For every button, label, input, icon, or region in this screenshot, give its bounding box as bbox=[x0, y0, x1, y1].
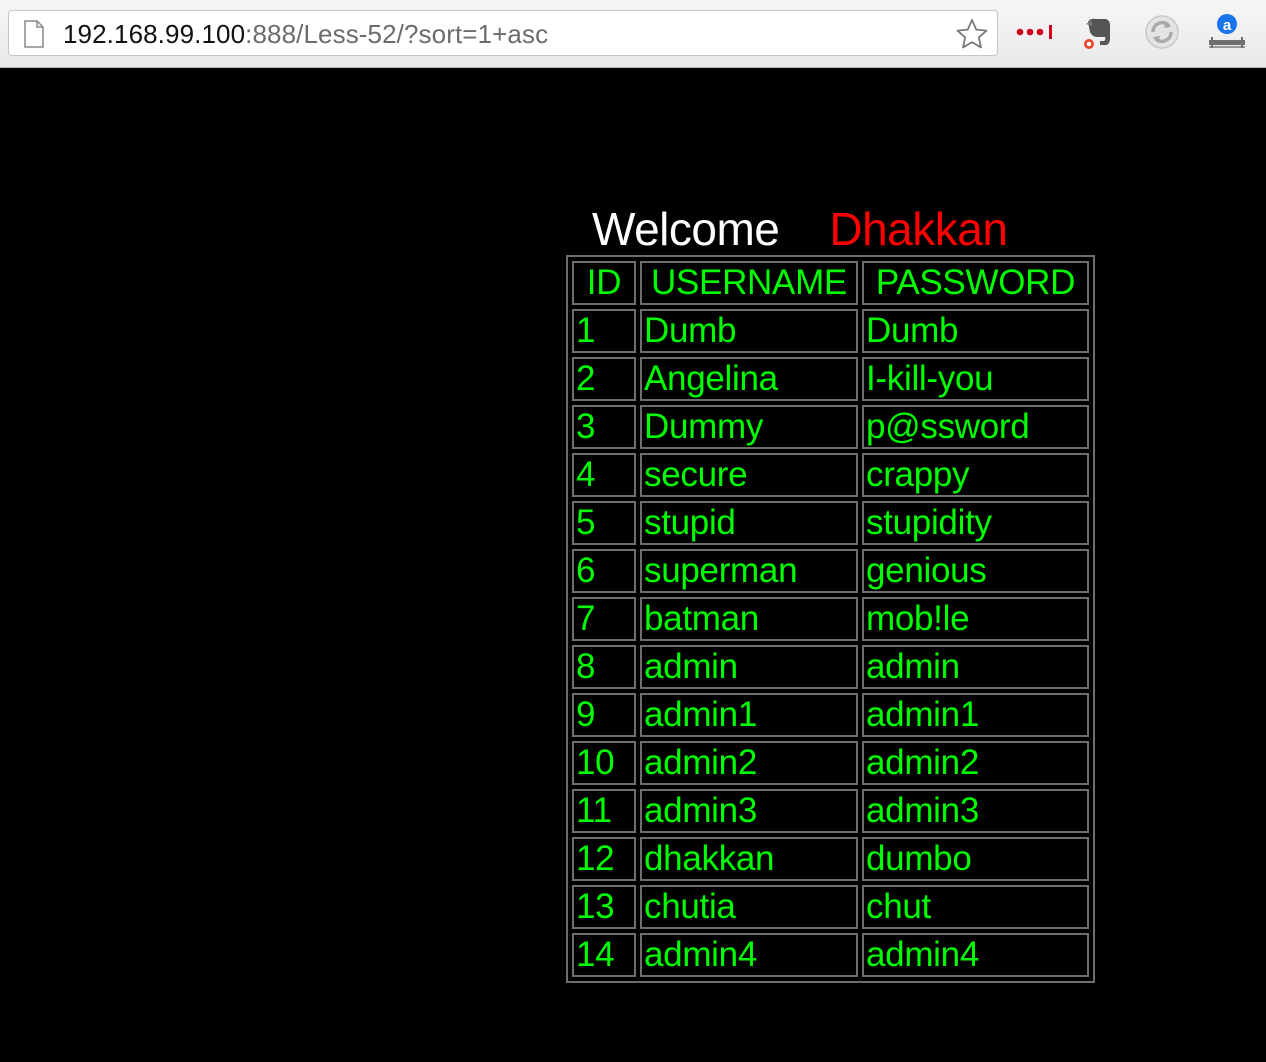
cell-id: 1 bbox=[572, 309, 636, 353]
cell-id: 8 bbox=[572, 645, 636, 689]
welcome-message: Welcome Dhakkan bbox=[592, 202, 1008, 256]
cell-id: 13 bbox=[572, 885, 636, 929]
page-icon bbox=[24, 20, 44, 48]
table-row: 9 admin1 admin1 bbox=[572, 693, 1089, 737]
table-row: 11 admin3 admin3 bbox=[572, 789, 1089, 833]
cell-id: 10 bbox=[572, 741, 636, 785]
browser-toolbar: 192.168.99.100:888/Less-52/?sort=1+asc a bbox=[0, 0, 1266, 68]
cell-username: admin3 bbox=[640, 789, 858, 833]
cell-id: 6 bbox=[572, 549, 636, 593]
cell-username: secure bbox=[640, 453, 858, 497]
cell-username: admin bbox=[640, 645, 858, 689]
cell-username: admin2 bbox=[640, 741, 858, 785]
column-header-id: ID bbox=[572, 261, 636, 305]
cell-id: 14 bbox=[572, 933, 636, 977]
cell-id: 7 bbox=[572, 597, 636, 641]
url-text[interactable]: 192.168.99.100:888/Less-52/?sort=1+asc bbox=[63, 20, 548, 48]
cell-password: admin2 bbox=[862, 741, 1089, 785]
cell-id: 9 bbox=[572, 693, 636, 737]
url-path: :888/Less-52/?sort=1+asc bbox=[245, 19, 549, 49]
table-row: 4 secure crappy bbox=[572, 453, 1089, 497]
cell-password: admin bbox=[862, 645, 1089, 689]
cell-id: 5 bbox=[572, 501, 636, 545]
column-header-username: USERNAME bbox=[640, 261, 858, 305]
cell-password: stupidity bbox=[862, 501, 1089, 545]
cell-password: admin4 bbox=[862, 933, 1089, 977]
cell-password: genious bbox=[862, 549, 1089, 593]
table-row: 2 Angelina I-kill-you bbox=[572, 357, 1089, 401]
cell-username: admin1 bbox=[640, 693, 858, 737]
cell-password: crappy bbox=[862, 453, 1089, 497]
bookmark-star-icon[interactable] bbox=[955, 18, 989, 50]
table-row: 1 Dumb Dumb bbox=[572, 309, 1089, 353]
users-table: ID USERNAME PASSWORD 1 Dumb Dumb 2 Angelina… bbox=[566, 255, 1095, 983]
cell-username: admin4 bbox=[640, 933, 858, 977]
cell-password: admin1 bbox=[862, 693, 1089, 737]
evernote-icon[interactable] bbox=[1076, 10, 1120, 54]
cell-id: 11 bbox=[572, 789, 636, 833]
cell-id: 4 bbox=[572, 453, 636, 497]
cell-id: 2 bbox=[572, 357, 636, 401]
cell-password: Dumb bbox=[862, 309, 1089, 353]
table-row: 5 stupid stupidity bbox=[572, 501, 1089, 545]
sync-icon[interactable] bbox=[1140, 10, 1184, 54]
cell-username: dhakkan bbox=[640, 837, 858, 881]
table-row: 7 batman mob!le bbox=[572, 597, 1089, 641]
cell-username: batman bbox=[640, 597, 858, 641]
cell-password: mob!le bbox=[862, 597, 1089, 641]
cell-username: superman bbox=[640, 549, 858, 593]
page-content: Welcome Dhakkan ID USERNAME PASSWORD 1 Dum… bbox=[0, 69, 1266, 1062]
cell-password: admin3 bbox=[862, 789, 1089, 833]
cell-username: Dumb bbox=[640, 309, 858, 353]
table-row: 14 admin4 admin4 bbox=[572, 933, 1089, 977]
cell-username: Dummy bbox=[640, 405, 858, 449]
translate-icon[interactable]: a bbox=[1204, 10, 1250, 54]
more-icon[interactable] bbox=[1012, 10, 1060, 54]
cell-username: stupid bbox=[640, 501, 858, 545]
table-row: 13 chutia chut bbox=[572, 885, 1089, 929]
cell-password: chut bbox=[862, 885, 1089, 929]
cell-password: p@ssword bbox=[862, 405, 1089, 449]
table-row: 12 dhakkan dumbo bbox=[572, 837, 1089, 881]
welcome-name: Dhakkan bbox=[829, 203, 1008, 255]
welcome-text: Welcome bbox=[592, 203, 780, 255]
url-host: 192.168.99.100 bbox=[63, 19, 246, 49]
table-row: 6 superman genious bbox=[572, 549, 1089, 593]
cell-id: 3 bbox=[572, 405, 636, 449]
svg-text:a: a bbox=[1223, 17, 1232, 34]
table-row: 3 Dummy p@ssword bbox=[572, 405, 1089, 449]
table-row: 10 admin2 admin2 bbox=[572, 741, 1089, 785]
cell-username: chutia bbox=[640, 885, 858, 929]
table-header-row: ID USERNAME PASSWORD bbox=[572, 261, 1089, 305]
cell-id: 12 bbox=[572, 837, 636, 881]
cell-password: dumbo bbox=[862, 837, 1089, 881]
cell-password: I-kill-you bbox=[862, 357, 1089, 401]
cell-username: Angelina bbox=[640, 357, 858, 401]
table-row: 8 admin admin bbox=[572, 645, 1089, 689]
address-bar[interactable]: 192.168.99.100:888/Less-52/?sort=1+asc bbox=[8, 10, 998, 56]
column-header-password: PASSWORD bbox=[862, 261, 1089, 305]
